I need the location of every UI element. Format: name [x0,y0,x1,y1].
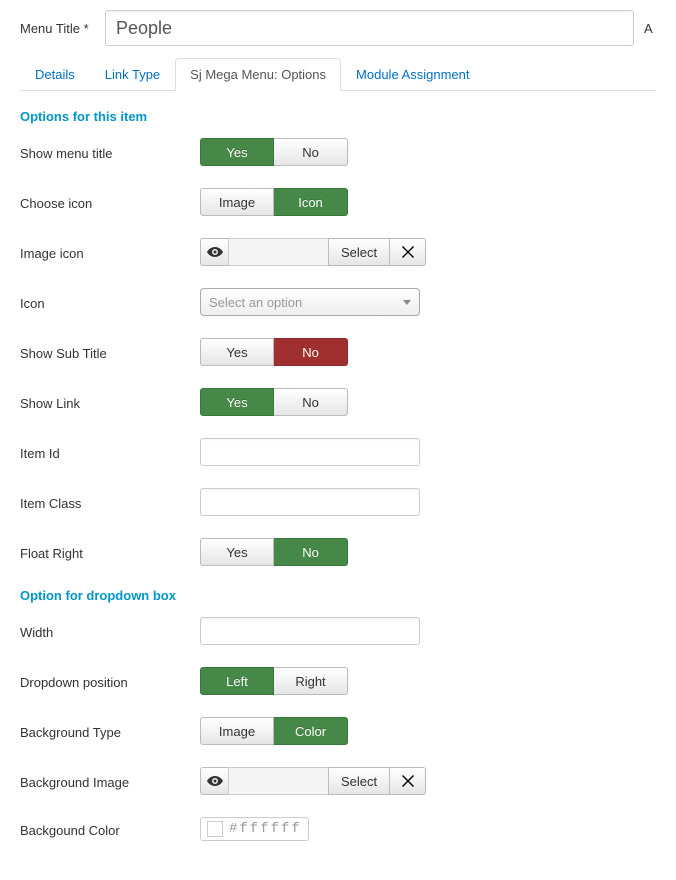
label-choose-icon: Choose icon [20,194,200,211]
toggle-show-link: Yes No [200,388,348,416]
toggle-background-type: Image Color [200,717,348,745]
eye-icon [207,247,223,257]
alias-label-partial: A [644,21,656,36]
section-options-item: Options for this item [20,109,656,124]
icon-select[interactable]: Select an option [200,288,420,316]
toggle-background-type-color[interactable]: Color [274,717,348,745]
toggle-float-right-yes[interactable]: Yes [200,538,274,566]
toggle-background-type-image[interactable]: Image [200,717,274,745]
toggle-show-menu-title: Yes No [200,138,348,166]
color-swatch [207,821,223,837]
label-item-class: Item Class [20,494,200,511]
label-background-color: Backgound Color [20,821,200,838]
toggle-show-menu-title-yes[interactable]: Yes [200,138,274,166]
toggle-dropdown-position: Left Right [200,667,348,695]
toggle-dropdown-position-left[interactable]: Left [200,667,274,695]
toggle-dropdown-position-right[interactable]: Right [274,667,348,695]
label-show-menu-title: Show menu title [20,144,200,161]
toggle-float-right-no[interactable]: No [274,538,348,566]
label-item-id: Item Id [20,444,200,461]
label-show-sub-title: Show Sub Title [20,344,200,361]
background-color-picker[interactable]: #ffffff [200,817,309,841]
icon-select-placeholder: Select an option [209,295,302,310]
image-icon-path [228,238,328,266]
background-image-clear-button[interactable] [390,767,426,795]
label-background-image: Background Image [20,773,200,790]
background-image-path [228,767,328,795]
label-width: Width [20,623,200,640]
tab-details[interactable]: Details [20,58,90,91]
tab-link-type[interactable]: Link Type [90,58,175,91]
close-icon [402,246,414,258]
toggle-choose-icon-image[interactable]: Image [200,188,274,216]
label-show-link: Show Link [20,394,200,411]
menu-title-input[interactable] [105,10,634,46]
image-icon-preview[interactable] [200,238,228,266]
toggle-choose-icon-icon[interactable]: Icon [274,188,348,216]
toggle-show-sub-title: Yes No [200,338,348,366]
label-float-right: Float Right [20,544,200,561]
label-icon: Icon [20,294,200,311]
width-input[interactable] [200,617,420,645]
tabs: Details Link Type Sj Mega Menu: Options … [20,58,656,91]
background-image-select-button[interactable]: Select [328,767,390,795]
toggle-show-sub-title-yes[interactable]: Yes [200,338,274,366]
label-background-type: Background Type [20,723,200,740]
item-id-input[interactable] [200,438,420,466]
label-image-icon: Image icon [20,244,200,261]
image-icon-clear-button[interactable] [390,238,426,266]
eye-icon [207,776,223,786]
toggle-float-right: Yes No [200,538,348,566]
tab-mega-menu-options[interactable]: Sj Mega Menu: Options [175,58,341,91]
section-dropdown-box: Option for dropdown box [20,588,656,603]
label-dropdown-position: Dropdown position [20,673,200,690]
toggle-show-link-no[interactable]: No [274,388,348,416]
tab-module-assignment[interactable]: Module Assignment [341,58,484,91]
background-color-value: #ffffff [229,821,302,837]
chevron-down-icon [403,300,411,305]
image-icon-select-button[interactable]: Select [328,238,390,266]
toggle-show-link-yes[interactable]: Yes [200,388,274,416]
toggle-show-menu-title-no[interactable]: No [274,138,348,166]
toggle-show-sub-title-no[interactable]: No [274,338,348,366]
menu-title-label: Menu Title * [20,21,100,36]
background-image-preview[interactable] [200,767,228,795]
close-icon [402,775,414,787]
item-class-input[interactable] [200,488,420,516]
toggle-choose-icon: Image Icon [200,188,348,216]
